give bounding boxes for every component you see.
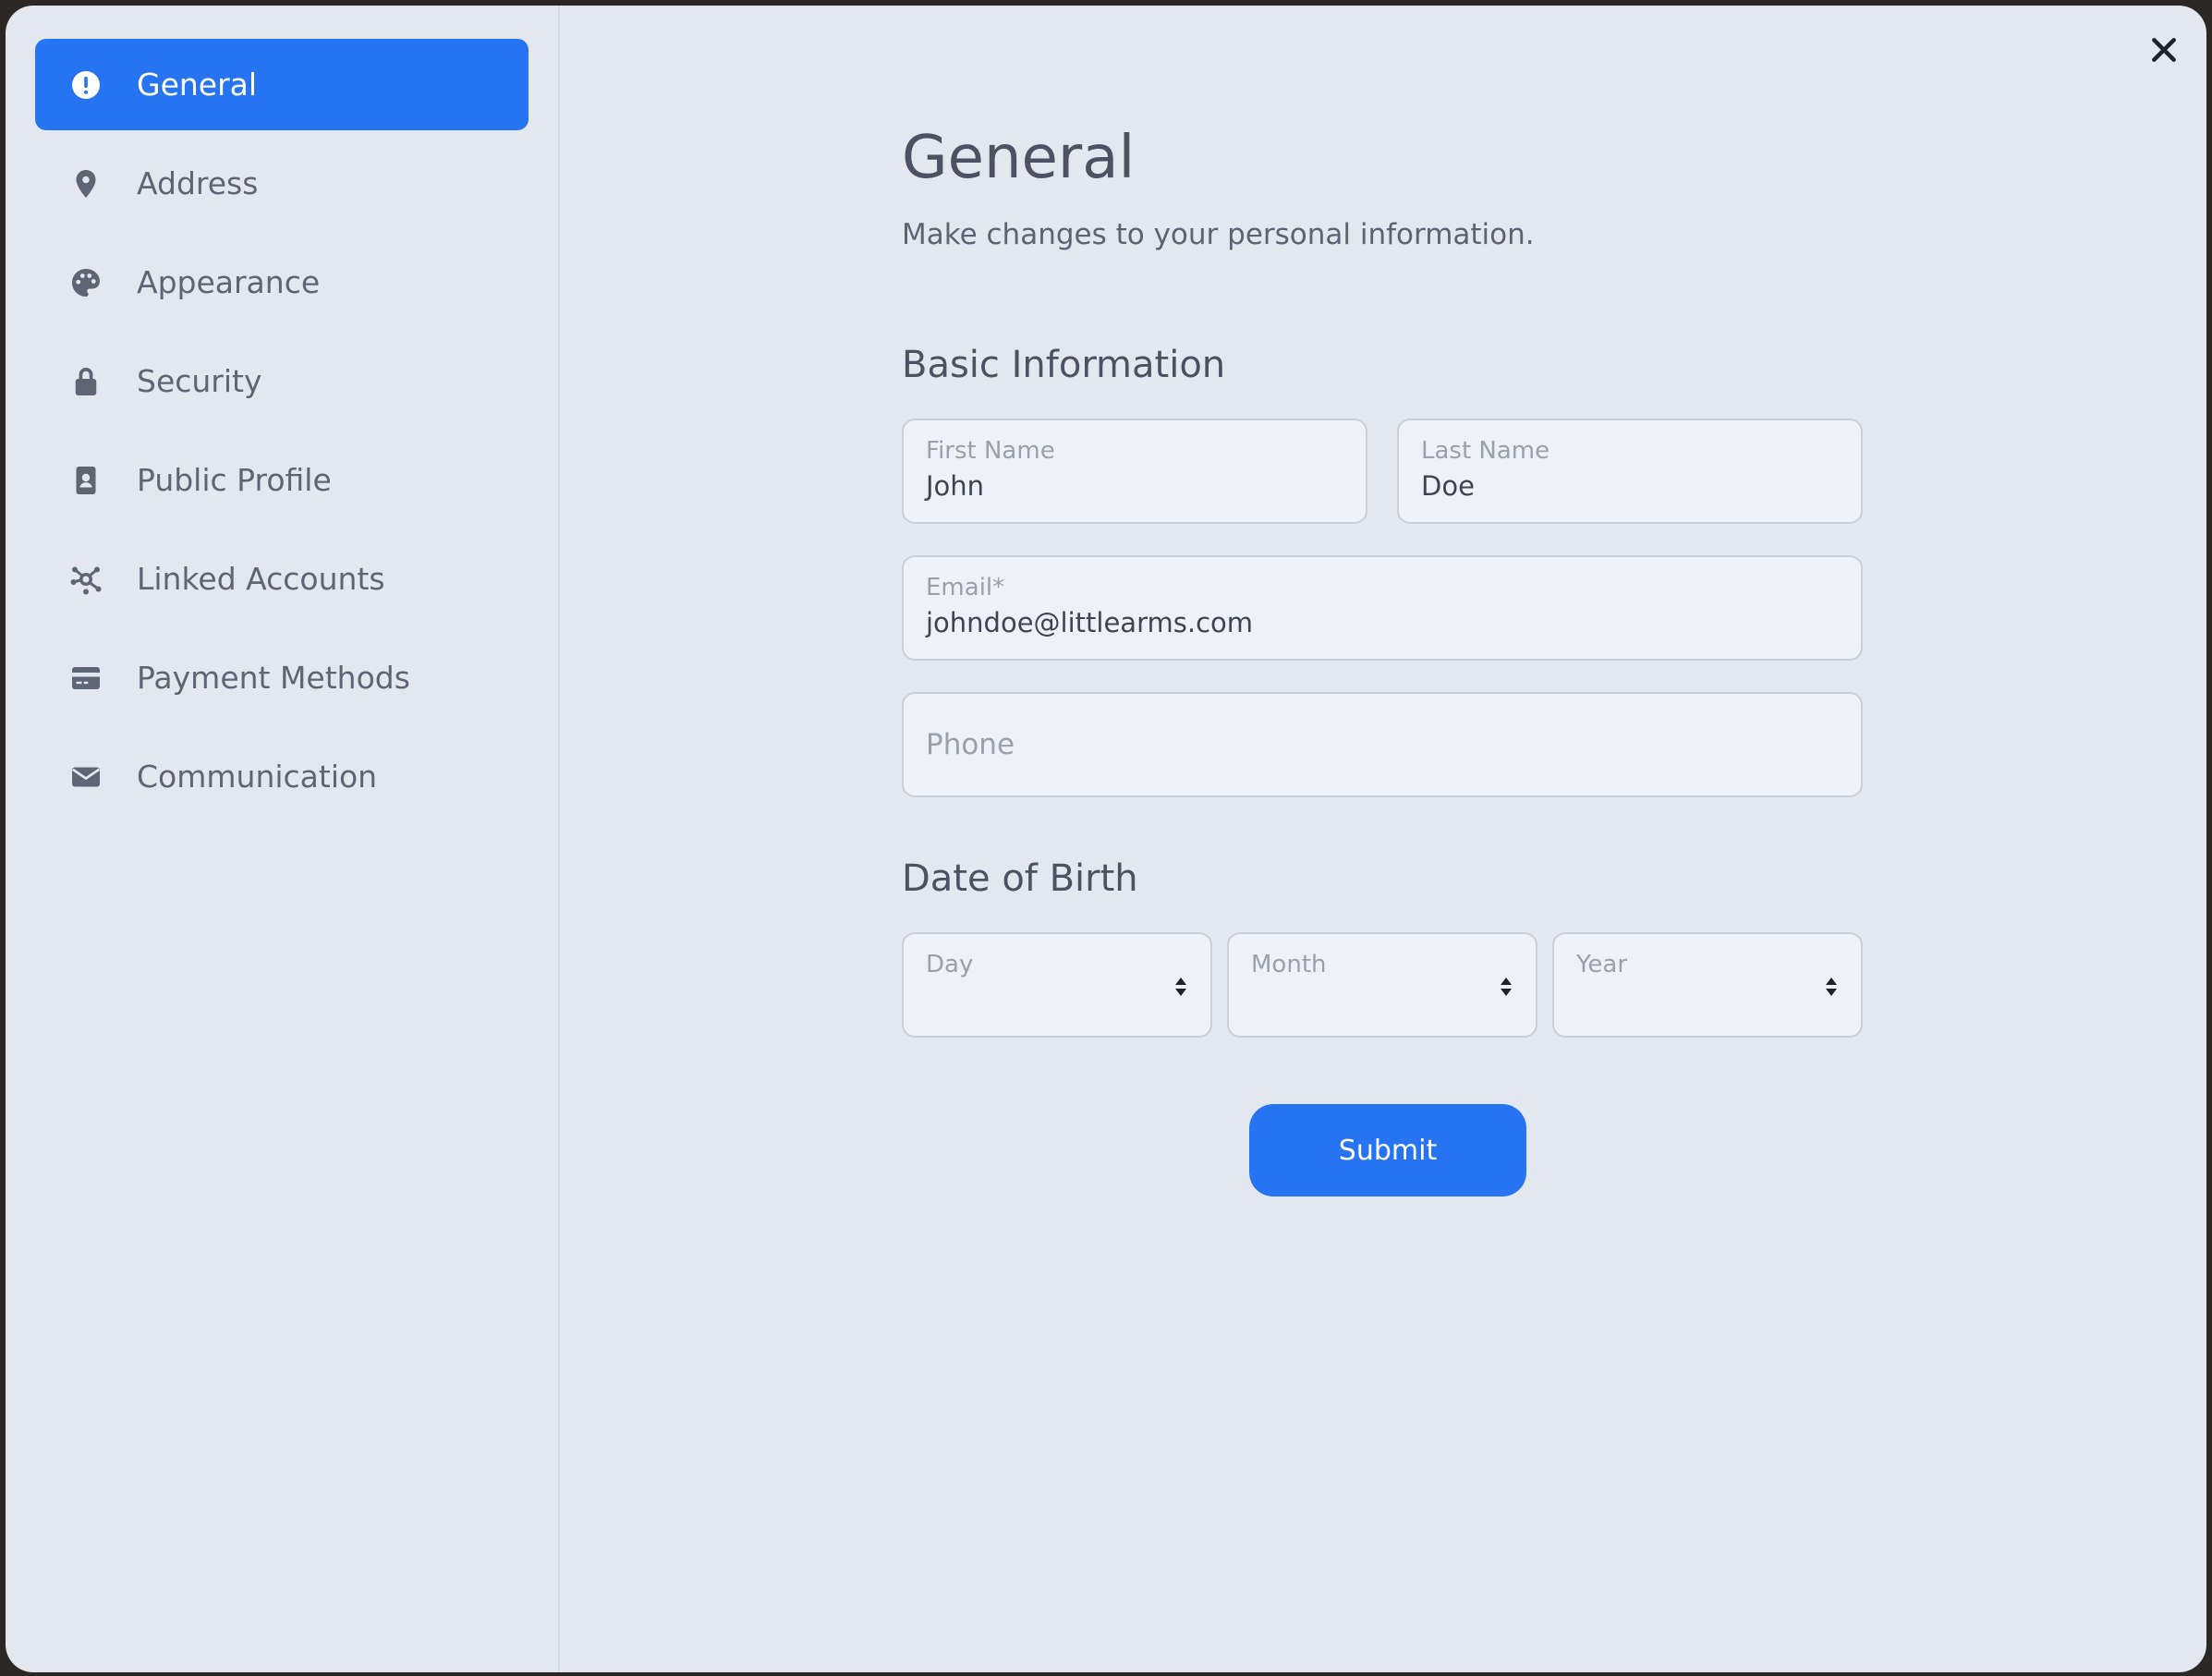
sidebar-item-general[interactable]: General xyxy=(35,39,529,130)
month-select[interactable]: Month xyxy=(1227,932,1537,1038)
settings-modal: General Address Appearance Security Publ xyxy=(6,6,2206,1672)
map-pin-icon xyxy=(67,165,104,202)
sidebar-item-label: Communication xyxy=(137,759,378,795)
year-select[interactable]: Year xyxy=(1552,932,1863,1038)
sidebar-item-payment-methods[interactable]: Payment Methods xyxy=(35,632,529,723)
id-badge-icon xyxy=(67,462,104,499)
year-label: Year xyxy=(1576,951,1628,978)
sidebar-item-label: Payment Methods xyxy=(137,660,410,696)
sidebar-item-public-profile[interactable]: Public Profile xyxy=(35,434,529,526)
sidebar-item-appearance[interactable]: Appearance xyxy=(35,237,529,328)
day-select[interactable]: Day xyxy=(902,932,1212,1038)
sidebar-item-label: Appearance xyxy=(137,264,321,300)
submit-button[interactable]: Submit xyxy=(1249,1104,1526,1196)
email-field[interactable]: Email* johndoe@littlearms.com xyxy=(902,555,1863,661)
sidebar-item-label: Public Profile xyxy=(137,462,332,498)
credit-card-icon xyxy=(67,660,104,697)
email-label: Email* xyxy=(926,574,1005,601)
date-of-birth-heading: Date of Birth xyxy=(902,857,1138,900)
sidebar-item-security[interactable]: Security xyxy=(35,335,529,427)
network-icon xyxy=(67,561,104,598)
sort-arrows-icon xyxy=(1497,975,1515,999)
alert-circle-icon xyxy=(67,67,104,103)
palette-icon xyxy=(67,264,104,301)
close-button[interactable] xyxy=(2145,31,2182,68)
last-name-label: Last Name xyxy=(1421,437,1550,465)
basic-information-heading: Basic Information xyxy=(902,344,1226,386)
last-name-field[interactable]: Last Name Doe xyxy=(1397,419,1863,524)
settings-sidebar: General Address Appearance Security Publ xyxy=(6,6,560,1672)
phone-placeholder: Phone xyxy=(926,728,1015,761)
first-name-label: First Name xyxy=(926,437,1055,465)
close-icon xyxy=(2149,35,2179,65)
sidebar-item-label: General xyxy=(137,67,258,103)
month-label: Month xyxy=(1251,951,1327,978)
lock-icon xyxy=(67,363,104,400)
sidebar-item-label: Security xyxy=(137,363,262,399)
day-label: Day xyxy=(926,951,974,978)
sidebar-item-communication[interactable]: Communication xyxy=(35,731,529,822)
sidebar-item-label: Linked Accounts xyxy=(137,561,385,597)
sort-arrows-icon xyxy=(1822,975,1841,999)
envelope-icon xyxy=(67,759,104,795)
sidebar-item-label: Address xyxy=(137,165,259,201)
last-name-value: Doe xyxy=(1421,470,1475,502)
page-title: General xyxy=(902,124,1136,192)
first-name-field[interactable]: First Name John xyxy=(902,419,1367,524)
sidebar-item-linked-accounts[interactable]: Linked Accounts xyxy=(35,533,529,625)
email-value: johndoe@littlearms.com xyxy=(926,607,1254,638)
sort-arrows-icon xyxy=(1172,975,1190,999)
page-subtitle: Make changes to your personal informatio… xyxy=(902,218,1535,251)
sidebar-item-address[interactable]: Address xyxy=(35,138,529,229)
first-name-value: John xyxy=(926,470,985,502)
phone-field[interactable]: Phone xyxy=(902,692,1863,797)
